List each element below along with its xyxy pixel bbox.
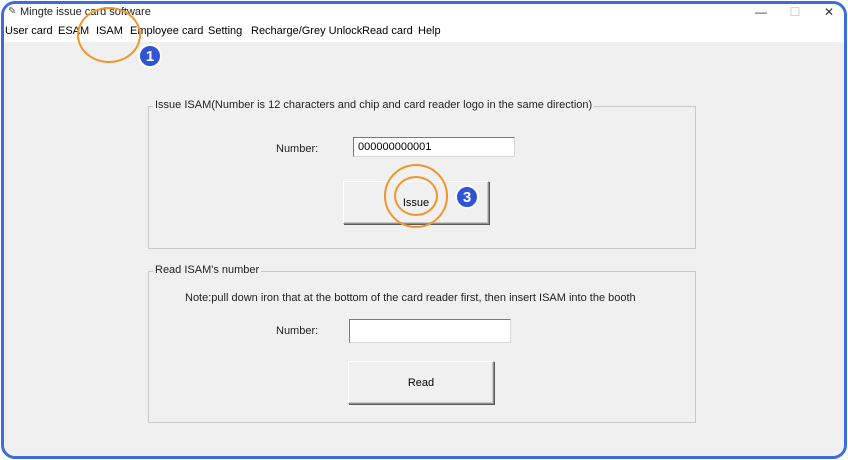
issue-number-input[interactable]: 000000000001 [353,137,515,157]
menu-esam[interactable]: ESAM [58,25,89,37]
main-panel: Issue ISAM(Number is 12 characters and c… [4,42,844,456]
maximize-button[interactable]: ☐ [786,5,804,19]
menu-read-card[interactable]: Read card [362,25,413,37]
menu-help[interactable]: Help [418,25,441,37]
issue-isam-group-title: Issue ISAM(Number is 12 characters and c… [153,99,595,111]
step-badge-1: 1 [138,44,162,68]
menu-bar: User card ESAM ISAM Employee card Settin… [4,22,844,42]
read-isam-group-title: Read ISAM's number [153,264,262,276]
menu-employee-card[interactable]: Employee card [130,25,203,37]
screenshot-frame: ✎ Mingte issue card software — ☐ ✕ User … [1,1,847,459]
step-badge-3: 3 [455,185,479,209]
menu-setting[interactable]: Setting [208,25,242,37]
read-number-input[interactable] [349,319,511,343]
issue-number-label: Number: [276,143,319,155]
read-button[interactable]: Read [348,361,494,404]
feather-pen-icon: ✎ [8,6,17,17]
issue-isam-group: Issue ISAM(Number is 12 characters and c… [148,99,696,249]
menu-user-card[interactable]: User card [5,25,53,37]
window-title: Mingte issue card software [20,6,151,18]
menu-recharge-grey-unlock[interactable]: Recharge/Grey Unlock [251,25,362,37]
read-note-text: Note:pull down iron that at the bottom o… [185,292,636,304]
title-bar: ✎ Mingte issue card software — ☐ ✕ [4,4,844,22]
read-number-label: Number: [276,325,319,337]
read-isam-group: Read ISAM's number Note:pull down iron t… [148,264,696,423]
menu-isam[interactable]: ISAM [96,25,123,37]
close-button[interactable]: ✕ [820,5,838,19]
minimize-button[interactable]: — [752,5,770,19]
